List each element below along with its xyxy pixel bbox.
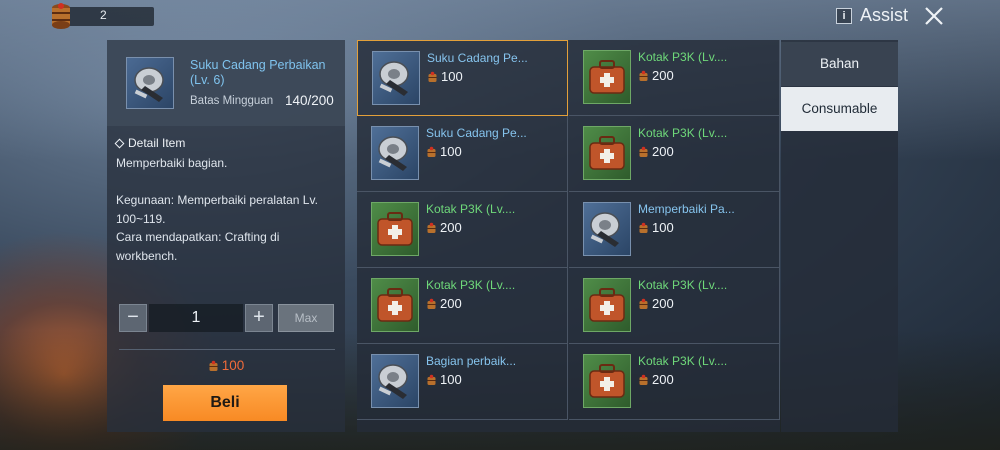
barrel-coin-icon xyxy=(428,71,437,82)
item-name: Suku Cadang Perbaikan (Lv. 6) xyxy=(190,58,326,87)
grid-item-price-value: 100 xyxy=(440,144,462,159)
top-bar: 2 i Assist xyxy=(0,0,1000,34)
barrel-coin-icon xyxy=(639,146,648,157)
weekly-limit-value: 140/200 xyxy=(285,93,334,108)
first-aid-kit-icon xyxy=(371,202,419,256)
barrel-coin-icon xyxy=(427,298,436,309)
grid-item-price: 100 xyxy=(426,372,462,387)
item-grid: Suku Cadang Pe... 100 Kotak P3K (Lv.... 200… xyxy=(357,40,780,432)
first-aid-kit-icon xyxy=(583,126,631,180)
grid-item-name: Kotak P3K (Lv.... xyxy=(426,278,516,292)
repair-parts-icon xyxy=(126,57,174,109)
barrel-coin-icon xyxy=(639,298,648,309)
detail-title: Detail Item xyxy=(114,136,186,150)
grid-item-price: 100 xyxy=(638,220,674,235)
repair-parts-icon xyxy=(371,126,419,180)
grid-item-price: 200 xyxy=(426,296,462,311)
first-aid-kit-icon xyxy=(583,278,631,332)
first-aid-kit-icon xyxy=(583,354,631,408)
divider xyxy=(119,349,335,350)
grid-item-name: Bagian perbaik... xyxy=(426,354,517,368)
detail-description: Memperbaiki bagian. Kegunaan: Memperbaik… xyxy=(116,154,336,265)
detail-title-text: Detail Item xyxy=(128,136,186,150)
tab-bahan[interactable]: Bahan xyxy=(781,42,898,86)
first-aid-kit-icon xyxy=(371,278,419,332)
grid-item-price: 200 xyxy=(426,220,462,235)
total-price: 100 xyxy=(107,358,345,373)
grid-item-price: 100 xyxy=(426,144,462,159)
grid-item-price-value: 200 xyxy=(652,68,674,83)
decrease-button[interactable]: − xyxy=(119,304,147,332)
grid-item[interactable]: Suku Cadang Pe... 100 xyxy=(357,116,568,192)
grid-item-price-value: 200 xyxy=(440,220,462,235)
grid-item-name: Kotak P3K (Lv.... xyxy=(638,50,728,64)
grid-item[interactable]: Suku Cadang Pe... 100 xyxy=(357,40,568,116)
grid-item-price-value: 200 xyxy=(652,296,674,311)
grid-item-price-value: 200 xyxy=(440,296,462,311)
max-button[interactable]: Max xyxy=(278,304,334,332)
first-aid-kit-icon xyxy=(583,50,631,104)
info-icon[interactable]: i xyxy=(835,7,852,24)
grid-item[interactable]: Memperbaiki Pa... 100 xyxy=(569,192,780,268)
barrel-coin-icon xyxy=(639,70,648,81)
grid-item-name: Kotak P3K (Lv.... xyxy=(638,278,728,292)
grid-item-price: 200 xyxy=(638,144,674,159)
repair-parts-icon xyxy=(371,354,419,408)
category-tabs: Bahan Consumable xyxy=(781,40,898,432)
repair-parts-icon xyxy=(372,51,420,105)
grid-item[interactable]: Kotak P3K (Lv.... 200 xyxy=(569,40,780,116)
grid-item-name: Kotak P3K (Lv.... xyxy=(426,202,516,216)
grid-item-price-value: 100 xyxy=(652,220,674,235)
grid-item[interactable]: Kotak P3K (Lv.... 200 xyxy=(569,268,780,344)
diamond-icon xyxy=(114,138,125,148)
assist-area: i Assist xyxy=(835,5,908,26)
grid-item[interactable]: Kotak P3K (Lv.... 200 xyxy=(357,192,568,268)
barrel-coin-icon xyxy=(209,360,218,371)
grid-item-name: Suku Cadang Pe... xyxy=(426,126,527,140)
item-header: Suku Cadang Perbaikan (Lv. 6) Batas Ming… xyxy=(107,40,345,126)
grid-item-price-value: 200 xyxy=(652,372,674,387)
barrel-icon xyxy=(52,3,70,29)
item-detail-panel: Suku Cadang Perbaikan (Lv. 6) Batas Ming… xyxy=(107,40,345,432)
barrel-coin-icon xyxy=(639,222,648,233)
barrel-coin-icon xyxy=(427,374,436,385)
quantity-value[interactable]: 1 xyxy=(149,304,243,332)
currency-count: 2 xyxy=(100,8,107,22)
grid-item[interactable]: Bagian perbaik... 100 xyxy=(357,344,568,420)
grid-item-name: Memperbaiki Pa... xyxy=(638,202,735,216)
quantity-stepper: − 1 + Max xyxy=(119,304,335,332)
repair-parts-icon xyxy=(583,202,631,256)
grid-item[interactable]: Kotak P3K (Lv.... 200 xyxy=(569,116,780,192)
grid-item-price-value: 100 xyxy=(440,372,462,387)
usage-line: Kegunaan: Memperbaiki peralatan Lv. 100~… xyxy=(116,193,318,226)
barrel-coin-icon xyxy=(639,374,648,385)
close-icon[interactable] xyxy=(922,4,946,28)
increase-button[interactable]: + xyxy=(245,304,273,332)
grid-item-price: 200 xyxy=(638,68,674,83)
grid-item-name: Kotak P3K (Lv.... xyxy=(638,126,728,140)
grid-item-price-value: 200 xyxy=(652,144,674,159)
grid-item-name: Kotak P3K (Lv.... xyxy=(638,354,728,368)
description-line: Memperbaiki bagian. xyxy=(116,156,228,170)
grid-item-price: 200 xyxy=(638,372,674,387)
assist-button[interactable]: Assist xyxy=(860,5,908,26)
tab-consumable[interactable]: Consumable xyxy=(781,87,898,131)
grid-item-price: 100 xyxy=(427,69,463,84)
grid-item-price: 200 xyxy=(638,296,674,311)
weekly-limit-label: Batas Mingguan xyxy=(190,95,274,107)
source-line: Cara mendapatkan: Crafting di workbench. xyxy=(116,230,280,263)
grid-item[interactable]: Kotak P3K (Lv.... 200 xyxy=(357,268,568,344)
grid-item-price-value: 100 xyxy=(441,69,463,84)
grid-item[interactable]: Kotak P3K (Lv.... 200 xyxy=(569,344,780,420)
buy-button[interactable]: Beli xyxy=(163,385,287,421)
total-price-value: 100 xyxy=(221,358,245,373)
grid-item-name: Suku Cadang Pe... xyxy=(427,51,528,65)
barrel-coin-icon xyxy=(427,222,436,233)
barrel-coin-icon xyxy=(427,146,436,157)
